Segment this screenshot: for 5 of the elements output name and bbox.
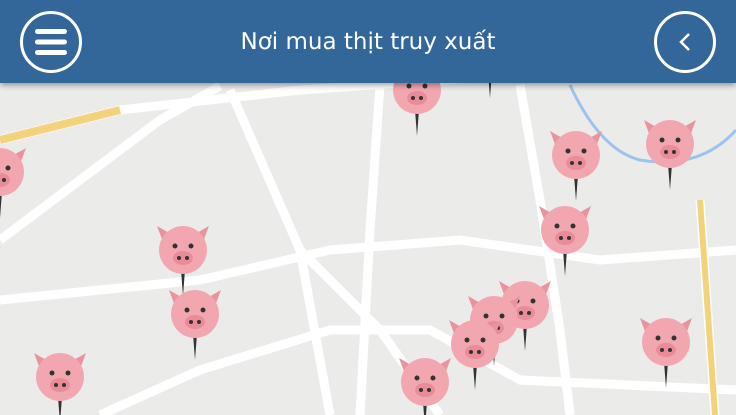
menu-button[interactable] [20, 10, 82, 72]
back-icon [678, 30, 692, 52]
back-button[interactable] [654, 10, 716, 72]
screen-title: Nơi mua thịt truy xuất [240, 28, 496, 54]
menu-icon [33, 26, 69, 56]
